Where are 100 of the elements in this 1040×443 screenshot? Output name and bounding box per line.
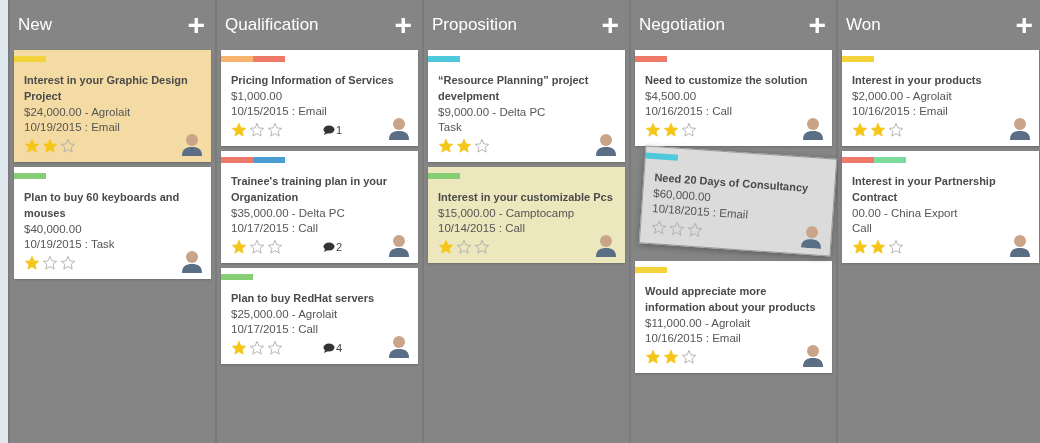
star-icon bbox=[231, 340, 247, 356]
card-detail: 10/16/2015 : Email bbox=[852, 104, 948, 119]
opportunity-card[interactable]: Interest in your customizable Pcs $15,000.00 - Camptocamp 10/14/2015 : Call bbox=[428, 167, 625, 263]
card-title: Plan to buy RedHat servers bbox=[231, 291, 376, 306]
card-title: Trainee's training plan in your Organization bbox=[231, 174, 389, 205]
star-icon bbox=[24, 138, 40, 154]
star-icon bbox=[852, 239, 868, 255]
card-detail: $24,000.00 - Agrolait bbox=[24, 105, 131, 120]
card-detail: $11,000.00 - Agrolait bbox=[645, 316, 751, 331]
star-icon bbox=[60, 138, 76, 154]
add-button[interactable]: + bbox=[601, 10, 619, 40]
card-title: Interest in your customizable Pcs bbox=[438, 190, 614, 205]
avatar-icon bbox=[799, 223, 824, 249]
card-detail: $60,000.00 bbox=[652, 187, 712, 204]
star-icon bbox=[267, 340, 283, 356]
opportunity-card[interactable]: Trainee's training plan in your Organization $35,000.00 - Delta PC 10/17/2015 : Call 2 bbox=[221, 151, 418, 263]
opportunity-card[interactable]: Need to customize the solution $4,500.00 10/16/2015 : Call bbox=[635, 50, 832, 146]
star-icon bbox=[668, 220, 686, 238]
card-title: Would appreciate more information about your products bbox=[645, 284, 817, 315]
star-rating[interactable] bbox=[24, 255, 76, 271]
card-detail: 10/15/2015 : Email bbox=[231, 104, 327, 119]
star-icon bbox=[474, 138, 490, 154]
card-title: Pricing Information of Services bbox=[231, 73, 395, 88]
card-detail: Call bbox=[852, 221, 872, 236]
star-icon bbox=[24, 255, 40, 271]
card-detail: $15,000.00 - Camptocamp bbox=[438, 206, 575, 221]
star-icon bbox=[249, 122, 265, 138]
opportunity-card[interactable]: Pricing Information of Services $1,000.00 10/15/2015 : Email 1 bbox=[221, 50, 418, 146]
star-rating[interactable] bbox=[645, 349, 697, 365]
star-icon bbox=[645, 122, 661, 138]
star-rating[interactable] bbox=[231, 122, 283, 138]
add-button[interactable]: + bbox=[187, 10, 205, 40]
star-icon bbox=[456, 239, 472, 255]
opportunity-card[interactable]: Interest in your Graphic Design Project $24,000.00 - Agrolait 10/19/2015 : Email bbox=[14, 50, 211, 162]
opportunity-card[interactable]: Interest in your Partnership Contract 00.00 - China Export Call bbox=[842, 151, 1039, 263]
star-rating[interactable] bbox=[650, 219, 704, 239]
avatar-icon bbox=[802, 343, 824, 367]
opportunity-card[interactable]: Plan to buy RedHat servers $25,000.00 - Agrolait 10/17/2015 : Call 4 bbox=[221, 268, 418, 364]
star-rating[interactable] bbox=[438, 239, 490, 255]
comment-icon bbox=[323, 242, 335, 252]
card-title: Interest in your products bbox=[852, 73, 983, 88]
card-detail: 10/16/2015 : Email bbox=[645, 331, 741, 346]
star-rating[interactable] bbox=[852, 122, 904, 138]
star-icon bbox=[438, 138, 454, 154]
star-icon bbox=[888, 239, 904, 255]
star-rating[interactable] bbox=[645, 122, 697, 138]
add-button[interactable]: + bbox=[1015, 10, 1033, 40]
star-icon bbox=[249, 340, 265, 356]
card-detail: 10/16/2015 : Call bbox=[645, 104, 732, 119]
star-icon bbox=[681, 349, 697, 365]
opportunity-card[interactable]: Would appreciate more information about your products $11,000.00 - Agrolait 10/16/2015 : Email bbox=[635, 261, 832, 373]
column-title: Proposition bbox=[432, 15, 518, 35]
avatar-icon bbox=[595, 132, 617, 156]
card-detail: 10/19/2015 : Task bbox=[24, 237, 115, 252]
card-detail: $1,000.00 bbox=[231, 89, 283, 104]
card-detail: Task bbox=[438, 120, 462, 135]
star-rating[interactable] bbox=[852, 239, 904, 255]
star-icon bbox=[231, 239, 247, 255]
comment-count: 4 bbox=[336, 342, 343, 354]
card-detail: 00.00 - China Export bbox=[852, 206, 958, 221]
star-icon bbox=[42, 255, 58, 271]
star-icon bbox=[852, 122, 868, 138]
card-detail: 10/17/2015 : Call bbox=[231, 221, 318, 236]
column-title: Negotiation bbox=[639, 15, 725, 35]
star-icon bbox=[870, 239, 886, 255]
star-icon bbox=[663, 349, 679, 365]
avatar-icon bbox=[181, 132, 203, 156]
column-title: New bbox=[18, 15, 52, 35]
star-icon bbox=[438, 239, 454, 255]
card-detail: $2,000.00 - Agrolait bbox=[852, 89, 952, 104]
add-button[interactable]: + bbox=[394, 10, 412, 40]
avatar-icon bbox=[1009, 233, 1031, 257]
star-icon bbox=[231, 122, 247, 138]
column-title: Won bbox=[846, 15, 881, 35]
star-icon bbox=[870, 122, 886, 138]
card-title: Need to customize the solution bbox=[645, 73, 809, 88]
star-icon bbox=[645, 349, 661, 365]
star-rating[interactable] bbox=[231, 239, 283, 255]
comment-count: 1 bbox=[336, 124, 343, 136]
star-icon bbox=[249, 239, 265, 255]
card-detail: 10/14/2015 : Call bbox=[438, 221, 525, 236]
opportunity-card[interactable]: Plan to buy 60 keyboards and mouses $40,000.00 10/19/2015 : Task bbox=[14, 167, 211, 279]
comment-icon bbox=[323, 343, 335, 353]
card-detail: 10/19/2015 : Email bbox=[24, 120, 120, 135]
star-rating[interactable] bbox=[24, 138, 76, 154]
star-icon bbox=[267, 239, 283, 255]
star-icon bbox=[888, 122, 904, 138]
card-detail: 10/17/2015 : Call bbox=[231, 322, 318, 337]
avatar-icon bbox=[388, 233, 410, 257]
star-rating[interactable] bbox=[438, 138, 490, 154]
card-detail: $25,000.00 - Agrolait bbox=[231, 307, 338, 322]
opportunity-card[interactable]: Interest in your products $2,000.00 - Agrolait 10/16/2015 : Email bbox=[842, 50, 1039, 146]
add-button[interactable]: + bbox=[808, 10, 826, 40]
star-icon bbox=[474, 239, 490, 255]
avatar-icon bbox=[388, 116, 410, 140]
star-rating[interactable] bbox=[231, 340, 283, 356]
opportunity-card[interactable]: “Resource Planning” project develpment $9,000.00 - Delta PC Task bbox=[428, 50, 625, 162]
card-title: Interest in your Partnership Contract bbox=[852, 174, 997, 205]
avatar-icon bbox=[388, 334, 410, 358]
card-title: Plan to buy 60 keyboards and mouses bbox=[24, 190, 181, 221]
